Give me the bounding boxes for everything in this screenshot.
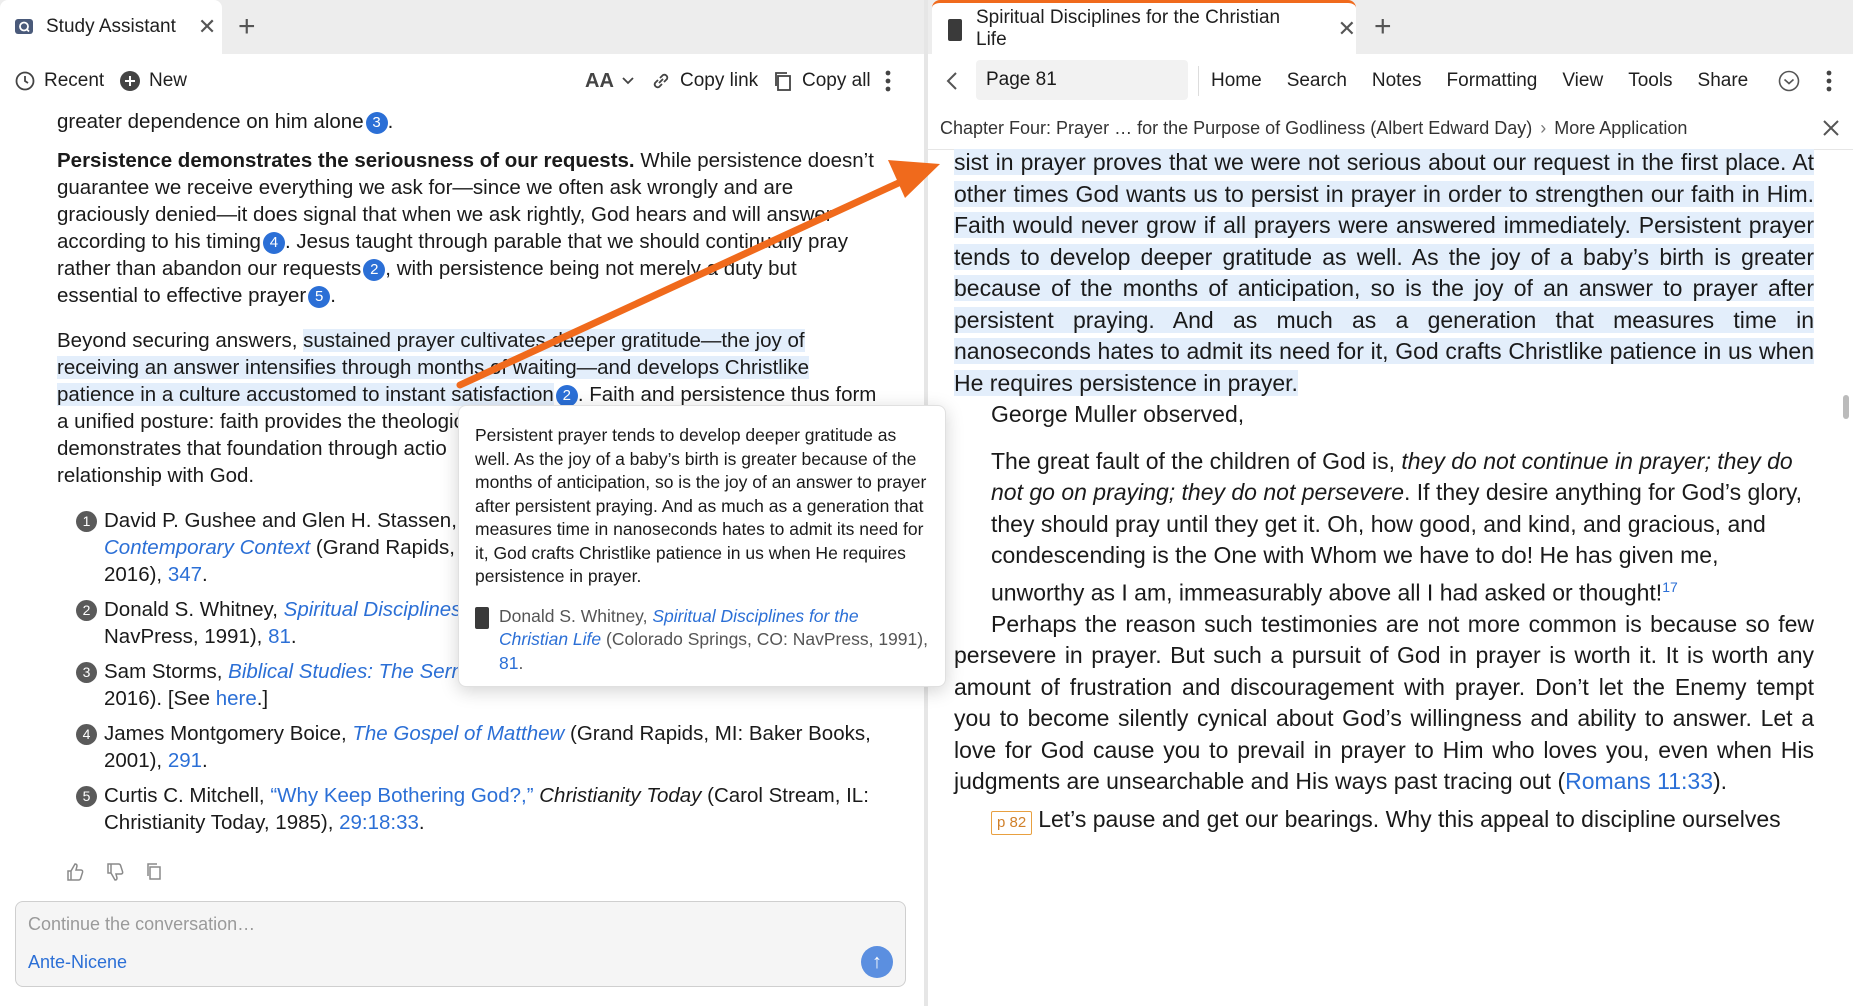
link-icon bbox=[650, 70, 672, 92]
book-icon bbox=[475, 606, 489, 629]
footnote-marker[interactable]: 17 bbox=[1662, 579, 1678, 595]
page-marker: p 82 bbox=[991, 810, 1033, 835]
page-input[interactable]: Page 81 bbox=[976, 60, 1188, 100]
book-icon bbox=[948, 18, 962, 41]
menu-share[interactable]: Share bbox=[1698, 70, 1749, 92]
menu-formatting[interactable]: Formatting bbox=[1447, 70, 1538, 92]
copy-all-button[interactable]: Copy all bbox=[772, 70, 871, 92]
more-options-icon[interactable] bbox=[885, 70, 891, 92]
recent-label: Recent bbox=[44, 70, 105, 91]
menu-tools[interactable]: Tools bbox=[1628, 70, 1672, 92]
menu-home[interactable]: Home bbox=[1211, 70, 1262, 92]
citation-badge[interactable]: 3 bbox=[365, 111, 388, 134]
font-size-button[interactable]: AA bbox=[585, 70, 634, 93]
conversation-input[interactable]: Continue the conversation… Ante-Nicene ↑ bbox=[15, 901, 906, 987]
tab-title: Study Assistant bbox=[46, 16, 176, 37]
page-label: Page 81 bbox=[986, 69, 1057, 90]
citation-preview-popup: Persistent prayer tends to develop deepe… bbox=[458, 405, 946, 687]
right-tab-bar: Spiritual Disciplines for the Christian … bbox=[928, 0, 1853, 54]
thumbs-down-icon[interactable] bbox=[105, 862, 125, 882]
reader-menu: Home Search Notes Formatting View Tools … bbox=[1211, 54, 1748, 108]
recent-button[interactable]: Recent bbox=[14, 70, 104, 92]
close-tab-icon[interactable]: ✕ bbox=[1338, 16, 1356, 42]
thumbs-up-icon[interactable] bbox=[65, 862, 85, 882]
close-icon[interactable] bbox=[1822, 119, 1840, 137]
right-toolbar: Page 81 Home Search Notes Formatting Vie… bbox=[928, 54, 1853, 108]
book-paragraph: Perhaps the reason such testimonies are … bbox=[954, 610, 1814, 795]
new-tab-button[interactable]: + bbox=[238, 10, 256, 44]
scrollbar-thumb[interactable] bbox=[1843, 395, 1849, 419]
copy-link-button[interactable]: Copy link bbox=[650, 70, 758, 92]
footnote-item: 4 James Montgomery Boice, The Gospel of … bbox=[57, 720, 877, 774]
chat-icon bbox=[14, 17, 34, 37]
library-selector[interactable]: Ante-Nicene bbox=[28, 952, 127, 973]
breadcrumb-chapter[interactable]: Chapter Four: Prayer … for the Purpose o… bbox=[940, 118, 1532, 139]
menu-search[interactable]: Search bbox=[1287, 70, 1347, 92]
conversation-placeholder[interactable]: Continue the conversation… bbox=[28, 914, 255, 935]
highlighted-passage: sist in prayer proves that we were not s… bbox=[954, 149, 1814, 396]
back-arrow-icon[interactable] bbox=[946, 71, 958, 91]
block-quote: The great fault of the children of God i… bbox=[991, 447, 1803, 606]
new-tab-button[interactable]: + bbox=[1374, 10, 1392, 44]
breadcrumb: Chapter Four: Prayer … for the Purpose o… bbox=[928, 108, 1853, 150]
copy-all-label: Copy all bbox=[802, 70, 871, 91]
popup-quote: Persistent prayer tends to develop deepe… bbox=[475, 425, 927, 586]
response-paragraph-0: greater dependence on him alone 3. bbox=[57, 110, 394, 134]
book-text: sist in prayer proves that we were not s… bbox=[954, 147, 1814, 835]
copy-response-icon[interactable] bbox=[145, 862, 163, 882]
copy-icon bbox=[772, 70, 794, 92]
popup-page-link[interactable]: 81 bbox=[499, 653, 518, 673]
menu-view[interactable]: View bbox=[1562, 70, 1603, 92]
response-paragraph-1: Persistence demonstrates the seriousness… bbox=[57, 149, 874, 308]
citation-badge[interactable]: 4 bbox=[262, 231, 285, 254]
breadcrumb-section[interactable]: More Application bbox=[1554, 118, 1687, 139]
plus-circle-icon bbox=[119, 70, 141, 92]
breadcrumb-separator: › bbox=[1540, 118, 1547, 138]
new-chat-button[interactable]: New bbox=[119, 70, 187, 92]
tab-title: Spiritual Disciplines for the Christian … bbox=[976, 6, 1281, 50]
book-paragraph: George Muller observed, bbox=[991, 401, 1245, 427]
font-size-label: AA bbox=[585, 69, 614, 92]
tab-study-assistant[interactable]: Study Assistant ✕ bbox=[0, 0, 222, 54]
popup-source: Donald S. Whitney, Spiritual Disciplines… bbox=[475, 605, 929, 676]
check-circle-icon[interactable] bbox=[1778, 70, 1800, 92]
footnote-item: 5 Curtis C. Mitchell, “Why Keep Botherin… bbox=[57, 782, 877, 836]
book-reader-pane: Spiritual Disciplines for the Christian … bbox=[928, 0, 1853, 1006]
left-toolbar: Recent New AA Copy link Copy all bbox=[0, 54, 924, 108]
toolbar-separator bbox=[1198, 66, 1199, 96]
history-icon bbox=[14, 70, 36, 92]
citation-badge-active[interactable]: 2 bbox=[555, 384, 578, 407]
feedback-bar bbox=[65, 862, 163, 882]
more-options-icon[interactable] bbox=[1826, 70, 1832, 92]
scripture-link[interactable]: Romans 11:33 bbox=[1565, 768, 1713, 794]
send-button[interactable]: ↑ bbox=[861, 946, 893, 978]
citation-badge[interactable]: 2 bbox=[363, 258, 386, 281]
left-tab-bar: Study Assistant ✕ + bbox=[0, 0, 924, 54]
new-label: New bbox=[149, 70, 188, 91]
book-paragraph-next: p 82 Let’s pause and get our bearings. Wh… bbox=[954, 804, 1814, 836]
menu-notes[interactable]: Notes bbox=[1372, 70, 1422, 92]
chevron-down-icon bbox=[622, 77, 634, 85]
copy-link-label: Copy link bbox=[680, 70, 759, 91]
tab-book[interactable]: Spiritual Disciplines for the Christian … bbox=[932, 0, 1356, 54]
citation-badge[interactable]: 5 bbox=[308, 285, 331, 308]
app-window: Study Assistant ✕ + Recent New AA Copy l… bbox=[0, 0, 1853, 1006]
close-tab-icon[interactable]: ✕ bbox=[198, 14, 216, 40]
book-paragraph-highlighted: sist in prayer proves that we were not s… bbox=[954, 147, 1814, 399]
